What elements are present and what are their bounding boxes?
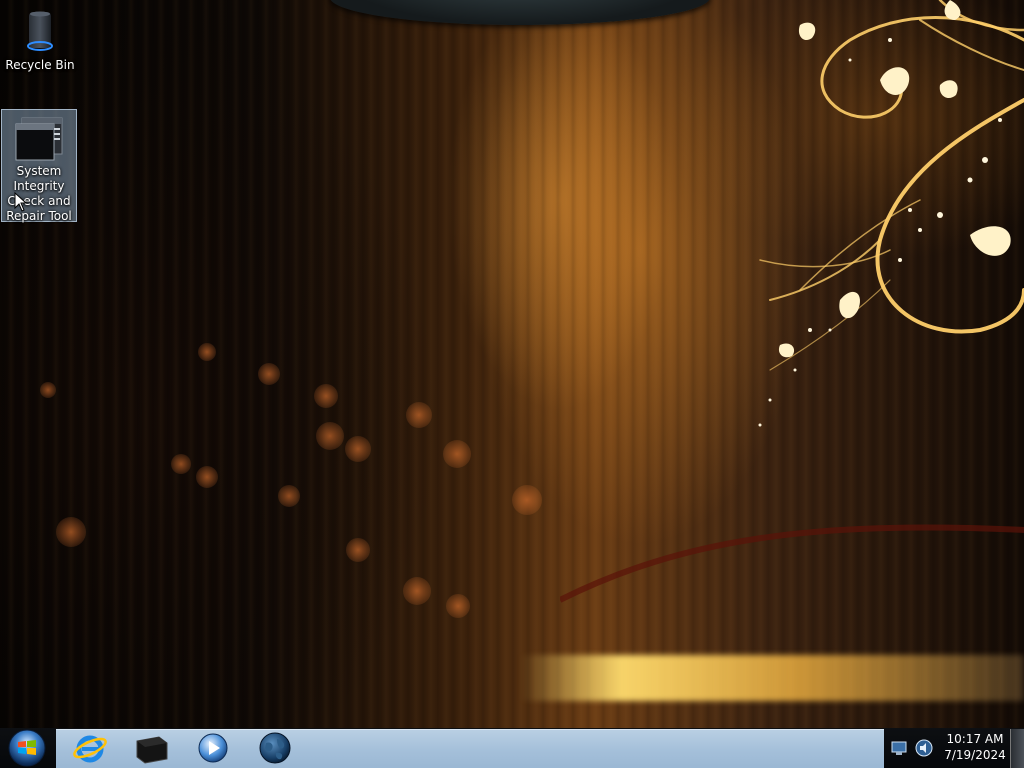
- bokeh-light: [446, 594, 470, 618]
- taskbar-clock[interactable]: 10:17 AM 7/19/2024: [940, 731, 1010, 763]
- taskbar-media-player-button[interactable]: [195, 731, 231, 765]
- bokeh-light: [443, 440, 471, 468]
- bokeh-light: [314, 384, 338, 408]
- bokeh-light: [56, 517, 86, 547]
- console-window-icon: [15, 117, 63, 161]
- bokeh-light: [278, 485, 300, 507]
- bokeh-light: [512, 485, 542, 515]
- show-desktop-button[interactable]: [1010, 729, 1024, 768]
- clock-time: 10:17 AM: [946, 732, 1004, 746]
- bokeh-light: [40, 382, 56, 398]
- taskbar-internet-explorer-button[interactable]: [72, 731, 108, 765]
- internet-explorer-icon: [73, 735, 107, 763]
- media-player-icon: [198, 733, 228, 763]
- recycle-bin-icon: [27, 11, 53, 51]
- bokeh-light: [196, 466, 218, 488]
- taskbar-globe-button[interactable]: [257, 731, 293, 765]
- start-button[interactable]: [6, 729, 48, 767]
- golden-light-streak: [520, 655, 1024, 701]
- bokeh-light: [171, 454, 191, 474]
- taskbar-terminal-button[interactable]: [133, 731, 169, 765]
- bokeh-light: [403, 577, 431, 605]
- windows-start-orb-icon: [8, 729, 46, 767]
- terminal-icon: [136, 736, 168, 764]
- desktop-icon-label: Recycle Bin: [5, 58, 75, 72]
- gold-swirl-ornament: [758, 0, 1024, 427]
- taskbar-pinned-area: [56, 729, 884, 768]
- bokeh-light: [406, 402, 432, 428]
- desktop-icon-system-integrity-tool[interactable]: System Integrity Check and Repair Tool: [1, 109, 77, 223]
- network-icon[interactable]: [890, 740, 908, 756]
- bokeh-light: [316, 422, 344, 450]
- bokeh-light: [198, 343, 216, 361]
- bokeh-light: [258, 363, 280, 385]
- mouse-cursor-icon: [14, 192, 28, 212]
- red-swoosh-ornament: [560, 524, 1024, 603]
- desktop-background[interactable]: Recycle Bin System Integrity Check and R…: [0, 0, 1024, 728]
- volume-icon[interactable]: [915, 739, 933, 757]
- bokeh-light: [346, 538, 370, 562]
- clock-date: 7/19/2024: [944, 748, 1006, 762]
- globe-icon: [259, 732, 291, 764]
- bokeh-light: [345, 436, 371, 462]
- desktop-icon-recycle-bin[interactable]: Recycle Bin: [2, 4, 78, 73]
